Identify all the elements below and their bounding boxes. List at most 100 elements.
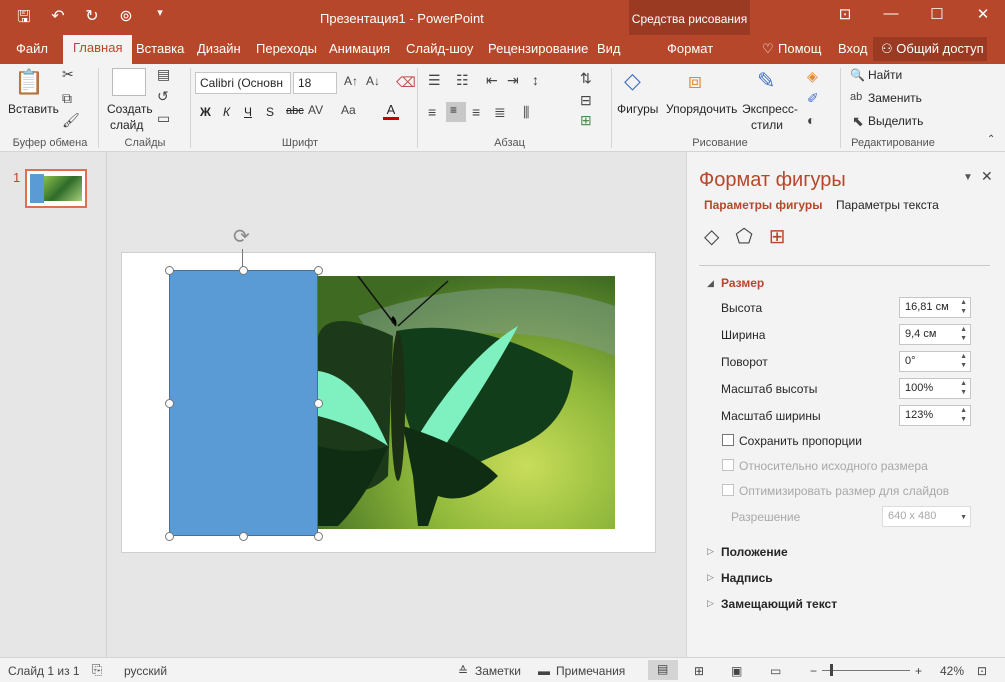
quick-styles-icon[interactable]: ✎ xyxy=(757,68,787,98)
shapes-button[interactable]: Фигуры xyxy=(617,102,658,116)
resize-handle-bl[interactable] xyxy=(165,532,174,541)
decrease-indent-icon[interactable]: ⇤ xyxy=(486,72,498,89)
comments-button[interactable]: Примечания xyxy=(556,664,625,678)
tab-text-options[interactable]: Параметры текста xyxy=(836,198,939,212)
font-size-select[interactable]: 18 xyxy=(293,72,337,94)
language-indicator[interactable]: русский xyxy=(124,664,167,678)
format-painter-icon[interactable]: 🖌 xyxy=(62,112,80,129)
alt-text-section-header[interactable]: Замещающий текст xyxy=(721,597,837,611)
save-icon[interactable]: 🖫 xyxy=(14,6,34,33)
text-direction-icon[interactable]: ⇅ xyxy=(580,70,592,87)
tab-shape-options[interactable]: Параметры фигуры xyxy=(704,198,822,212)
collapse-ribbon-icon[interactable]: ⌃ xyxy=(987,134,995,145)
spinner-icon[interactable]: ▲ ▼ xyxy=(960,406,967,424)
share-button[interactable]: ⚇ Общий доступ xyxy=(873,37,987,61)
normal-view-icon[interactable]: ▤ xyxy=(648,660,678,680)
tab-animation[interactable]: Анимация xyxy=(329,41,390,56)
spinner-icon[interactable]: ▲ ▼ xyxy=(960,352,967,370)
expand-alt-text-icon[interactable]: ▷ xyxy=(707,598,714,609)
rectangle-shape[interactable] xyxy=(169,270,318,536)
close-icon[interactable]: ✕ xyxy=(960,5,1005,23)
smartart-icon[interactable]: ⊞ xyxy=(580,112,592,129)
align-center-icon[interactable]: ≡ xyxy=(446,102,466,122)
quick-styles-button[interactable]: Экспресс- xyxy=(742,102,798,116)
bullets-icon[interactable]: ☰ xyxy=(428,72,441,89)
resize-handle-r[interactable] xyxy=(314,399,323,408)
align-text-icon[interactable]: ⊟ xyxy=(580,92,592,109)
zoom-in-button[interactable]: + xyxy=(915,664,922,678)
spinner-icon[interactable]: ▲ ▼ xyxy=(960,325,967,343)
zoom-level[interactable]: 42% xyxy=(940,664,964,678)
undo-icon[interactable]: ↶ xyxy=(48,6,68,33)
notes-icon[interactable]: ≙ xyxy=(458,664,468,678)
scale-width-field[interactable]: 123% ▲ ▼ xyxy=(899,405,971,426)
resize-handle-l[interactable] xyxy=(165,399,174,408)
sign-in-link[interactable]: Вход xyxy=(838,41,867,56)
shrink-font-icon[interactable]: A↓ xyxy=(366,74,380,88)
replace-icon[interactable]: ab xyxy=(850,91,862,103)
spellcheck-icon[interactable]: ⎘ xyxy=(92,662,102,678)
height-field[interactable]: 16,81 см ▲ ▼ xyxy=(899,297,971,318)
rotate-handle-icon[interactable]: ⟳ xyxy=(233,224,250,249)
line-spacing-icon[interactable]: ↕ xyxy=(532,72,539,88)
bold-button[interactable]: Ж xyxy=(200,105,211,119)
zoom-slider-thumb[interactable] xyxy=(830,664,833,676)
spinner-icon[interactable]: ▲ ▼ xyxy=(960,298,967,316)
resize-handle-b[interactable] xyxy=(239,532,248,541)
tab-home[interactable]: Главная xyxy=(63,35,133,64)
shape-effects-icon[interactable]: ◐ xyxy=(807,112,815,128)
grow-font-icon[interactable]: A↑ xyxy=(344,74,358,88)
fill-line-icon[interactable]: ◇ xyxy=(704,224,719,249)
tab-slideshow[interactable]: Слайд-шоу xyxy=(406,41,473,56)
width-field[interactable]: 9,4 см ▲ ▼ xyxy=(899,324,971,345)
size-properties-icon[interactable]: ⊞ xyxy=(769,224,786,249)
paste-button[interactable]: Вставить xyxy=(8,102,59,116)
change-case-icon[interactable]: Aa xyxy=(341,103,356,117)
pane-options-icon[interactable]: ▼ xyxy=(963,172,973,183)
effects-icon[interactable]: ⬠ xyxy=(735,224,752,249)
new-slide-icon[interactable] xyxy=(112,68,146,96)
tab-insert[interactable]: Вставка xyxy=(136,41,184,56)
tell-me-icon[interactable]: ♡ xyxy=(762,41,774,57)
shape-fill-icon[interactable]: ◈ xyxy=(807,68,818,85)
new-slide-button-line2[interactable]: слайд xyxy=(110,118,143,132)
expand-position-icon[interactable]: ▷ xyxy=(707,546,714,557)
shape-outline-icon[interactable]: ✐ xyxy=(807,90,819,107)
lock-aspect-checkbox[interactable] xyxy=(722,434,734,446)
tab-format[interactable]: Формат xyxy=(667,41,713,56)
customize-icon[interactable]: ▾ xyxy=(150,6,170,33)
paste-icon[interactable]: 📋 xyxy=(14,68,48,98)
arrange-icon[interactable]: ⧈ xyxy=(688,68,718,98)
clear-format-icon[interactable]: ⌫ xyxy=(396,74,416,91)
reset-icon[interactable]: ↺ xyxy=(157,88,169,105)
zoom-out-button[interactable]: − xyxy=(810,664,817,678)
resize-handle-tl[interactable] xyxy=(165,266,174,275)
maximize-icon[interactable]: ☐ xyxy=(914,5,960,23)
shadow-button[interactable]: S xyxy=(266,105,274,119)
expand-size-icon[interactable]: ◢ xyxy=(707,278,714,289)
section-icon[interactable]: ▭ xyxy=(157,110,170,127)
copy-icon[interactable]: ⧉ xyxy=(62,90,72,107)
strikethrough-button[interactable]: abc xyxy=(286,105,304,117)
new-slide-button[interactable]: Создать xyxy=(107,102,153,116)
comments-icon[interactable]: ▬ xyxy=(538,664,550,678)
char-spacing-icon[interactable]: AV xyxy=(308,103,323,117)
find-button[interactable]: Найти xyxy=(868,68,902,82)
present-icon[interactable]: ⊚ xyxy=(116,6,136,33)
tab-view[interactable]: Вид xyxy=(597,41,621,56)
tab-transitions[interactable]: Переходы xyxy=(256,41,317,56)
numbering-icon[interactable]: ☷ xyxy=(456,72,469,89)
redo-icon[interactable]: ↻ xyxy=(82,6,102,33)
shapes-gallery-icon[interactable]: ◇ xyxy=(624,68,654,98)
position-section-header[interactable]: Положение xyxy=(721,545,788,559)
scale-height-field[interactable]: 100% ▲ ▼ xyxy=(899,378,971,399)
columns-icon[interactable]: ⫼ xyxy=(523,104,529,121)
quick-styles-button-line2[interactable]: стили xyxy=(751,118,783,132)
expand-textbox-icon[interactable]: ▷ xyxy=(707,572,714,583)
textbox-section-header[interactable]: Надпись xyxy=(721,571,773,585)
pane-close-icon[interactable]: ✕ xyxy=(981,168,993,185)
size-section-header[interactable]: Размер xyxy=(721,276,764,290)
italic-button[interactable]: К xyxy=(223,105,230,119)
underline-button[interactable]: Ч xyxy=(244,105,252,119)
tab-review[interactable]: Рецензирование xyxy=(488,41,588,56)
